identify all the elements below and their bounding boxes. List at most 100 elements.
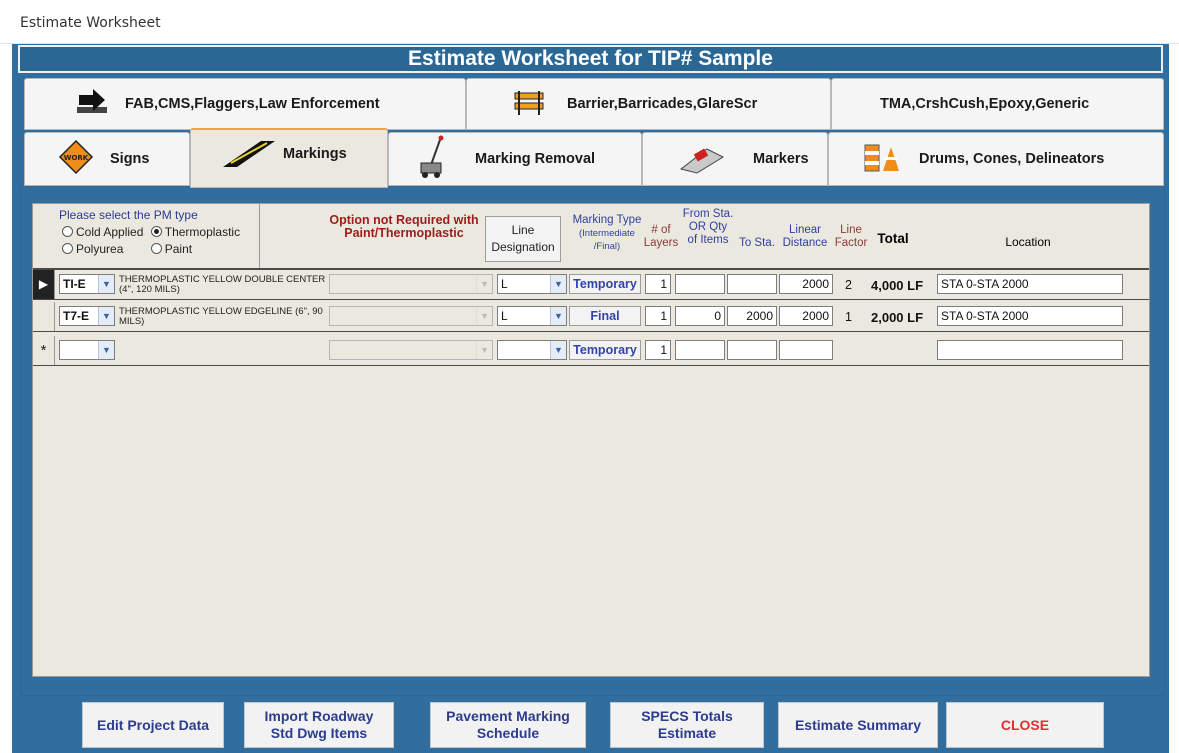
linear-distance-field[interactable]: 2000 — [779, 306, 833, 326]
new-record-icon[interactable]: * — [33, 336, 55, 365]
estimate-summary-button[interactable]: Estimate Summary — [778, 702, 938, 748]
chevron-down-icon: ▼ — [476, 275, 492, 293]
tab-marking-removal[interactable]: Marking Removal — [388, 132, 642, 186]
chevron-down-icon[interactable]: ▼ — [550, 307, 566, 325]
tab-label: Barrier,Barricades,GlareScr — [567, 96, 758, 112]
tab-label: Marking Removal — [475, 151, 596, 167]
radio-circle-icon — [62, 226, 73, 237]
tab-label: Markings — [283, 146, 347, 162]
radio-thermoplastic[interactable]: Thermoplastic — [150, 225, 240, 239]
layers-field[interactable]: 1 — [645, 274, 671, 294]
line-designation-combo[interactable]: ▼ — [497, 340, 567, 360]
from-sta-field[interactable] — [675, 274, 725, 294]
item-code-combo[interactable]: TI-E ▼ — [59, 274, 115, 294]
app-window: Estimate Worksheet Estimate Worksheet fo… — [0, 0, 1179, 753]
location-field[interactable]: STA 0-STA 2000 — [937, 274, 1123, 294]
current-record-icon[interactable]: ▶ — [33, 270, 55, 299]
chevron-down-icon: ▼ — [476, 307, 492, 325]
chevron-down-icon[interactable]: ▼ — [98, 307, 114, 325]
close-button[interactable]: CLOSE — [946, 702, 1104, 748]
pavement-marking-schedule-button[interactable]: Pavement Marking Schedule — [430, 702, 586, 748]
header-marking-type: Marking Type (Intermediate /Final) — [572, 214, 642, 252]
edit-project-data-button[interactable]: Edit Project Data — [82, 702, 224, 748]
header-layers: # of Layers — [643, 224, 679, 249]
tab-label: Drums, Cones, Delineators — [919, 151, 1105, 167]
arrow-sign-icon — [75, 87, 111, 121]
work-zone-sign-icon: WORK — [58, 139, 94, 179]
total-value: 2,000 LF — [871, 310, 924, 325]
svg-text:WORK: WORK — [64, 154, 89, 162]
header-total: Total — [877, 231, 909, 246]
tab-signs[interactable]: WORK Signs — [24, 132, 190, 186]
chevron-down-icon: ▼ — [476, 341, 492, 359]
from-sta-field[interactable] — [675, 340, 725, 360]
linear-distance-field[interactable] — [779, 340, 833, 360]
line-designation-combo[interactable]: L ▼ — [497, 306, 567, 326]
layers-field[interactable]: 1 — [645, 306, 671, 326]
header-linear-distance: Linear Distance — [782, 224, 828, 249]
option-combo[interactable]: ▼ — [329, 274, 493, 294]
radio-cold-applied[interactable]: Cold Applied — [62, 225, 143, 239]
layers-field[interactable]: 1 — [645, 340, 671, 360]
line-factor-value: 1 — [845, 310, 852, 324]
line-factor-value: 2 — [845, 278, 852, 292]
tab-drums-cones-delineators[interactable]: Drums, Cones, Delineators — [828, 132, 1164, 186]
item-code-combo[interactable]: ▼ — [59, 340, 115, 360]
import-roadway-std-dwg-button[interactable]: Import Roadway Std Dwg Items — [244, 702, 394, 748]
tab-barrier-barricades[interactable]: Barrier,Barricades,GlareScr — [466, 78, 831, 130]
tab-tma-crshcush[interactable]: TMA,CrshCush,Epoxy,Generic — [831, 78, 1164, 130]
radio-polyurea[interactable]: Polyurea — [62, 242, 123, 256]
marking-type-button[interactable]: Temporary — [569, 274, 641, 294]
location-field[interactable]: STA 0-STA 2000 — [937, 306, 1123, 326]
tab-label: TMA,CrshCush,Epoxy,Generic — [880, 96, 1090, 112]
radio-circle-icon — [150, 243, 162, 254]
chevron-down-icon[interactable]: ▼ — [98, 341, 114, 359]
pm-type-selector: Please select the PM type Cold Applied T… — [59, 208, 259, 266]
pm-type-title: Please select the PM type — [59, 208, 198, 222]
table-row[interactable]: T7-E ▼ THERMOPLASTIC YELLOW EDGELINE (6",… — [33, 302, 1149, 332]
radio-paint[interactable]: Paint — [150, 242, 192, 256]
to-sta-field[interactable] — [727, 340, 777, 360]
header-option: Option not Required with Paint/Thermopla… — [329, 213, 479, 240]
tab-markings[interactable]: Markings — [190, 128, 388, 188]
from-sta-field[interactable]: 0 — [675, 306, 725, 326]
markings-grid: Please select the PM type Cold Applied T… — [32, 203, 1150, 677]
item-description: THERMOPLASTIC YELLOW DOUBLE CENTER (4", … — [119, 274, 326, 295]
item-code-combo[interactable]: T7-E ▼ — [59, 306, 115, 326]
window-title: Estimate Worksheet — [20, 15, 161, 31]
option-combo[interactable]: ▼ — [329, 306, 493, 326]
tab-markers[interactable]: Markers — [642, 132, 828, 186]
chevron-down-icon[interactable]: ▼ — [98, 275, 114, 293]
chevron-down-icon[interactable]: ▼ — [550, 341, 566, 359]
record-selector[interactable] — [33, 302, 55, 331]
form-header-title: Estimate Worksheet for TIP# Sample — [18, 45, 1163, 73]
marking-type-button[interactable]: Temporary — [569, 340, 641, 360]
linear-distance-field[interactable]: 2000 — [779, 274, 833, 294]
radio-circle-icon — [62, 243, 73, 254]
item-description: THERMOPLASTIC YELLOW EDGELINE (6", 90 MI… — [119, 306, 323, 327]
marking-type-button[interactable]: Final — [569, 306, 641, 326]
header-to-sta: To Sta. — [739, 237, 775, 249]
line-designation-combo[interactable]: L ▼ — [497, 274, 567, 294]
header-line-factor: Line Factor — [834, 224, 868, 249]
tab-label: FAB,CMS,Flaggers,Law Enforcement — [125, 96, 380, 112]
header-from-sta: From Sta. OR Qty of Items — [682, 208, 734, 246]
pavement-marker-icon — [677, 139, 727, 179]
option-combo[interactable]: ▼ — [329, 340, 493, 360]
table-row[interactable]: ▶ TI-E ▼ THERMOPLASTIC YELLOW DOUBLE CENT… — [33, 270, 1149, 300]
traffic-cone-icon — [863, 139, 903, 179]
chevron-down-icon[interactable]: ▼ — [550, 275, 566, 293]
tab-fab-cms-flaggers[interactable]: FAB,CMS,Flaggers,Law Enforcement — [24, 78, 466, 130]
table-row-new[interactable]: * ▼ ▼ ▼ Temporary 1 — [33, 336, 1149, 366]
specs-totals-estimate-button[interactable]: SPECS Totals Estimate — [610, 702, 764, 748]
header-divider — [259, 204, 260, 268]
grinder-icon — [413, 135, 449, 183]
to-sta-field[interactable] — [727, 274, 777, 294]
to-sta-field[interactable]: 2000 — [727, 306, 777, 326]
line-designation-header-button[interactable]: Line Designation — [485, 216, 561, 262]
road-marking-icon — [221, 139, 277, 173]
location-field[interactable] — [937, 340, 1123, 360]
tab-label: Markers — [753, 151, 809, 167]
barricade-icon — [512, 87, 546, 121]
total-value: 4,000 LF — [871, 278, 924, 293]
